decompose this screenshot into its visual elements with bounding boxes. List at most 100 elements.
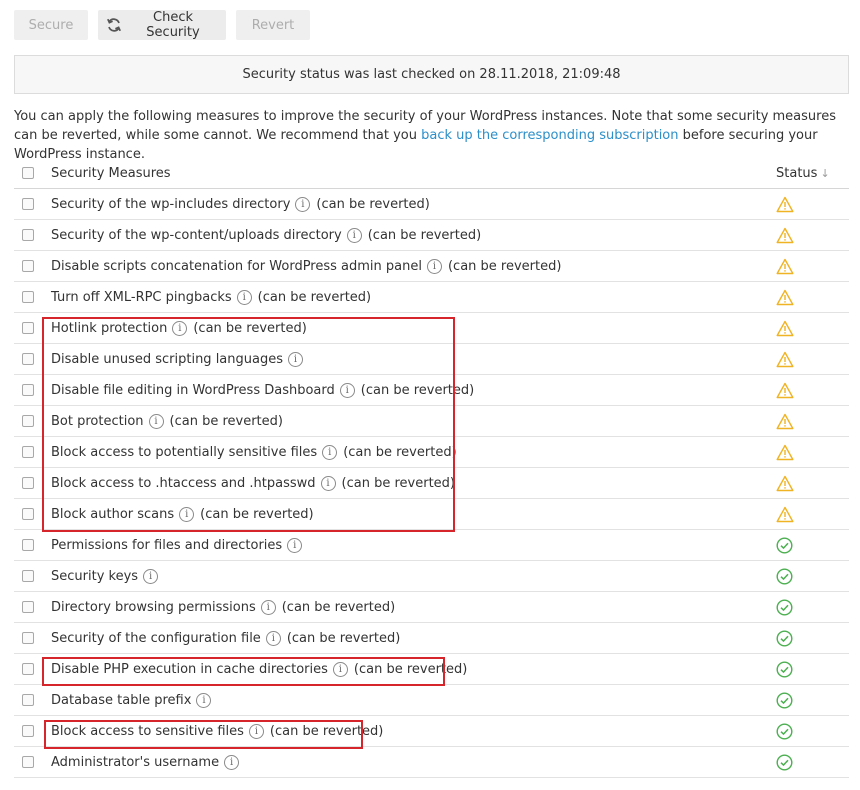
info-icon[interactable]: i	[332, 661, 348, 677]
row-checkbox[interactable]	[22, 198, 34, 210]
measure-label: Disable file editing in WordPress Dashbo…	[51, 382, 335, 398]
revert-note: (can be reverted)	[360, 382, 475, 398]
measure-label: Security keys	[51, 568, 139, 584]
info-icon[interactable]: i	[196, 692, 212, 708]
measure-name: Block access to potentially sensitive fi…	[51, 444, 849, 460]
revert-button[interactable]: Revert	[236, 10, 310, 40]
revert-note: (can be reverted)	[193, 320, 307, 336]
table-row: Block access to .htaccess and .htpasswd i…	[14, 468, 849, 499]
measure-name: Administrator's username i	[51, 754, 849, 770]
warning-icon	[776, 444, 794, 465]
measure-name: Hotlink protection i (can be reverted)	[51, 320, 849, 336]
revert-note: (can be reverted)	[367, 227, 482, 243]
info-icon[interactable]: i	[288, 351, 303, 367]
info-icon[interactable]: i	[143, 568, 159, 584]
revert-note: (can be reverted)	[343, 444, 457, 460]
warning-icon	[776, 196, 794, 217]
measure-label: Disable scripts concatenation for WordPr…	[51, 258, 422, 274]
row-checkbox[interactable]	[22, 353, 34, 365]
check-security-button[interactable]: Check Security	[98, 10, 226, 40]
info-icon[interactable]: i	[236, 289, 252, 305]
measure-label: Permissions for files and directories	[51, 537, 283, 553]
table-row: Disable unused scripting languages i	[14, 344, 849, 375]
row-checkbox[interactable]	[22, 508, 34, 520]
row-checkbox[interactable]	[22, 477, 34, 489]
info-icon[interactable]: i	[287, 537, 303, 553]
info-icon[interactable]: i	[322, 444, 338, 460]
measure-label: Database table prefix	[51, 692, 192, 708]
measure-label: Disable PHP execution in cache directori…	[51, 661, 328, 677]
row-checkbox[interactable]	[22, 539, 34, 551]
row-checkbox[interactable]	[22, 322, 34, 334]
info-icon[interactable]: i	[179, 506, 195, 522]
revert-note: (can be reverted)	[341, 475, 455, 491]
warning-icon	[776, 475, 794, 496]
revert-note: (can be reverted)	[447, 258, 562, 274]
row-checkbox[interactable]	[22, 291, 34, 303]
info-icon[interactable]: i	[346, 227, 362, 243]
info-icon[interactable]: i	[426, 258, 442, 274]
measure-label: Block access to .htaccess and .htpasswd	[51, 475, 316, 491]
measure-name: Block access to .htaccess and .htpasswd i…	[51, 475, 849, 491]
info-icon[interactable]: i	[265, 630, 281, 646]
row-checkbox[interactable]	[22, 663, 34, 675]
backup-subscription-link[interactable]: back up the corresponding subscription	[421, 128, 678, 143]
security-measures-table: Security Measures Status ↓ Security of t…	[14, 158, 849, 778]
table-row: Block access to potentially sensitive fi…	[14, 437, 849, 468]
info-icon[interactable]: i	[260, 599, 276, 615]
row-checkbox[interactable]	[22, 260, 34, 272]
select-all-checkbox[interactable]	[22, 167, 34, 179]
revert-note: (can be reverted)	[281, 599, 396, 615]
measure-label: Turn off XML-RPC pingbacks	[51, 289, 232, 305]
status-message: Security status was last checked on 28.1…	[242, 67, 621, 82]
table-row: Security of the wp-content/uploads direc…	[14, 220, 849, 251]
measure-label: Security of the configuration file	[51, 630, 261, 646]
measure-label: Block access to sensitive files	[51, 723, 244, 739]
check-circle-icon	[776, 692, 793, 713]
row-checkbox[interactable]	[22, 415, 34, 427]
revert-button-label: Revert	[251, 17, 295, 33]
measure-label: Disable unused scripting languages	[51, 351, 283, 367]
measure-label: Administrator's username	[51, 754, 220, 770]
measure-label: Hotlink protection	[51, 320, 168, 336]
table-row: Security of the configuration file i (can …	[14, 623, 849, 654]
check-circle-icon	[776, 754, 793, 775]
row-checkbox[interactable]	[22, 632, 34, 644]
secure-button[interactable]: Secure	[14, 10, 88, 40]
row-checkbox[interactable]	[22, 725, 34, 737]
table-row: Database table prefix i	[14, 685, 849, 716]
row-checkbox[interactable]	[22, 570, 34, 582]
check-circle-icon	[776, 537, 793, 558]
table-row: Block access to sensitive files i (can be …	[14, 716, 849, 747]
measure-name: Database table prefix i	[51, 692, 849, 708]
info-icon[interactable]: i	[248, 723, 264, 739]
table-row: Hotlink protection i (can be reverted)	[14, 313, 849, 344]
row-checkbox[interactable]	[22, 384, 34, 396]
info-icon[interactable]: i	[339, 382, 355, 398]
security-status-box: Security status was last checked on 28.1…	[14, 55, 849, 94]
measure-name: Disable unused scripting languages i	[51, 351, 849, 367]
measure-name: Security of the configuration file i (can …	[51, 630, 849, 646]
info-icon[interactable]: i	[295, 196, 311, 212]
measure-name: Bot protection i (can be reverted)	[51, 413, 849, 429]
info-icon[interactable]: i	[172, 320, 188, 336]
row-checkbox[interactable]	[22, 601, 34, 613]
refresh-icon	[106, 17, 122, 33]
measure-name: Disable PHP execution in cache directori…	[51, 661, 849, 677]
row-checkbox[interactable]	[22, 694, 34, 706]
row-checkbox[interactable]	[22, 756, 34, 768]
measure-name: Turn off XML-RPC pingbacks i (can be rever…	[51, 289, 849, 305]
info-icon[interactable]: i	[320, 475, 336, 491]
measure-label: Block access to potentially sensitive fi…	[51, 444, 318, 460]
measure-label: Security of the wp-content/uploads direc…	[51, 227, 342, 243]
revert-note: (can be reverted)	[257, 289, 372, 305]
column-header-status[interactable]: Status ↓	[776, 158, 830, 188]
row-checkbox[interactable]	[22, 229, 34, 241]
measure-name: Block access to sensitive files i (can be …	[51, 723, 849, 739]
revert-note: (can be reverted)	[316, 196, 430, 212]
measure-label: Security of the wp-includes directory	[51, 196, 291, 212]
info-icon[interactable]: i	[224, 754, 240, 770]
row-checkbox[interactable]	[22, 446, 34, 458]
info-icon[interactable]: i	[148, 413, 164, 429]
check-circle-icon	[776, 630, 793, 651]
